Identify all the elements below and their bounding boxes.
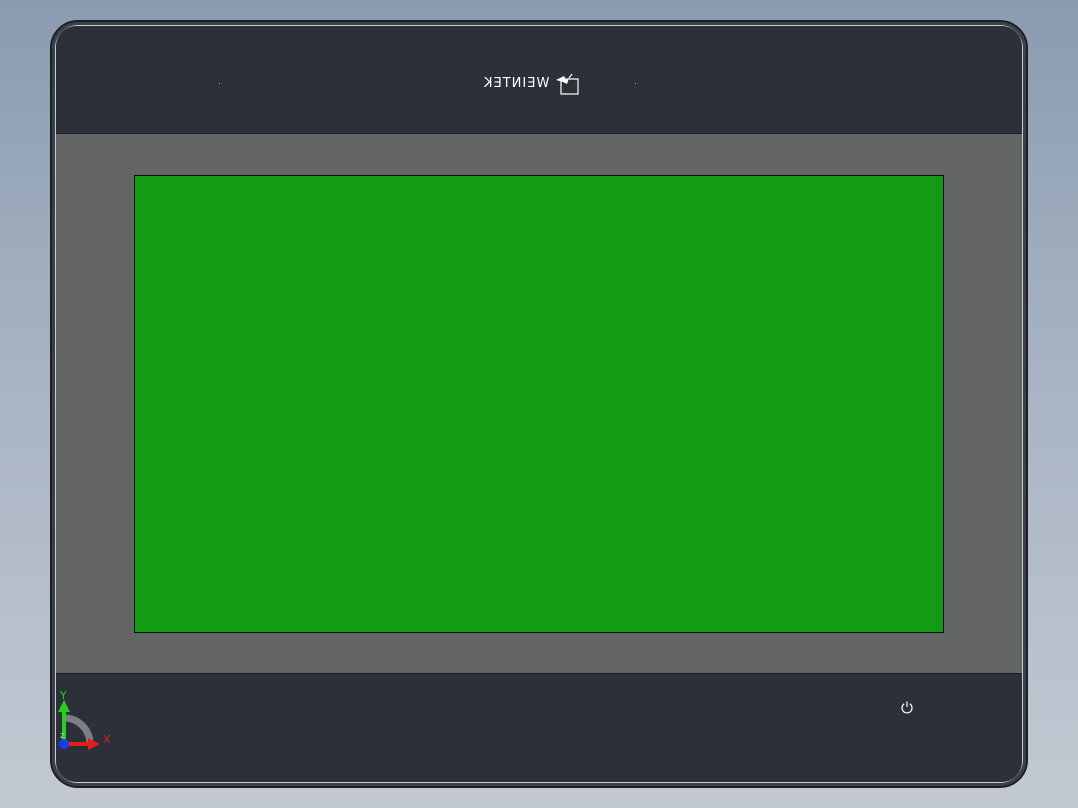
triad-label-x: X (103, 733, 111, 746)
triad-label-y: Y (60, 689, 67, 702)
brand-text: WEINTEK (483, 75, 550, 91)
bottom-bezel[interactable] (56, 674, 1022, 782)
weintek-logo-icon (556, 73, 579, 95)
power-icon[interactable] (900, 700, 914, 714)
edge-vertex-dot (635, 83, 636, 84)
display-screen[interactable] (134, 175, 944, 633)
edge-vertex-dot (219, 83, 220, 84)
brand-logo-group: WEINTEK (483, 70, 581, 96)
cad-viewport[interactable]: WEINTEK Z Y X (0, 0, 1078, 808)
triad-label-z: Z (60, 732, 65, 740)
